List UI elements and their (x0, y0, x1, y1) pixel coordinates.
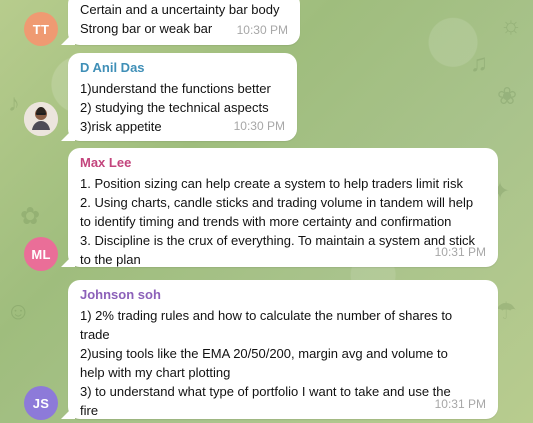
profile-photo-icon (24, 102, 58, 136)
message-line: 3) to understand what type of portfolio … (80, 384, 451, 399)
decorative-doodle-icon: ☂ (495, 298, 517, 325)
message-text: 1. Position sizing can help create a sys… (80, 174, 486, 269)
message-line: 2) studying the technical aspects (80, 100, 269, 115)
decorative-doodle-icon: ☺ (6, 298, 31, 325)
message-line: Certain and a uncertainty bar body (80, 2, 280, 17)
decorative-doodle-icon: ☼ (500, 12, 522, 39)
decorative-doodle-icon: ♫ (470, 50, 488, 77)
sender-name[interactable]: D Anil Das (80, 60, 285, 76)
avatar[interactable]: JS (24, 386, 58, 420)
message-bubble: Certain and a uncertainty bar body Stron… (68, 0, 300, 45)
message-line: 3. Discipline is the crux of everything.… (80, 233, 475, 248)
message-line: to the plan (80, 252, 141, 267)
decorative-doodle-icon: ❀ (497, 83, 518, 110)
message-line: trade (80, 327, 110, 342)
avatar-initials: JS (32, 395, 50, 411)
decorative-doodle-icon: ✿ (20, 203, 41, 230)
avatar[interactable]: TT (24, 12, 58, 46)
avatar-initials: TT (32, 21, 50, 37)
decorative-doodle-icon: ♪ (8, 90, 20, 117)
message-bubble: Max Lee 1. Position sizing can help crea… (68, 148, 498, 267)
message-time: 10:31 PM (434, 397, 486, 411)
avatar[interactable]: ML (24, 237, 58, 271)
message-bubble: Johnson soh 1) 2% trading rules and how … (68, 280, 498, 419)
message-bubble: D Anil Das 1)understand the functions be… (68, 53, 297, 141)
sender-name[interactable]: Johnson soh (80, 287, 486, 303)
message-time: 10:30 PM (236, 23, 288, 37)
sender-name[interactable]: Max Lee (80, 155, 486, 171)
message-time: 10:31 PM (434, 245, 486, 259)
message-time: 10:30 PM (233, 119, 285, 133)
message-line: 2. Using charts, candle sticks and tradi… (80, 195, 474, 210)
message-line: 1. Position sizing can help create a sys… (80, 176, 463, 191)
avatar-initials: ML (31, 246, 51, 262)
avatar[interactable] (24, 102, 58, 136)
message-line: 2)using tools like the EMA 20/50/200, ma… (80, 346, 448, 361)
message-line: 1)understand the functions better (80, 81, 271, 96)
message-line: help with my chart plotting (80, 365, 231, 380)
message-line: 1) 2% trading rules and how to calculate… (80, 308, 453, 323)
message-line: fire (80, 403, 99, 418)
message-text: 1) 2% trading rules and how to calculate… (80, 306, 486, 420)
message-line: to identify timing and trends with more … (80, 214, 452, 229)
